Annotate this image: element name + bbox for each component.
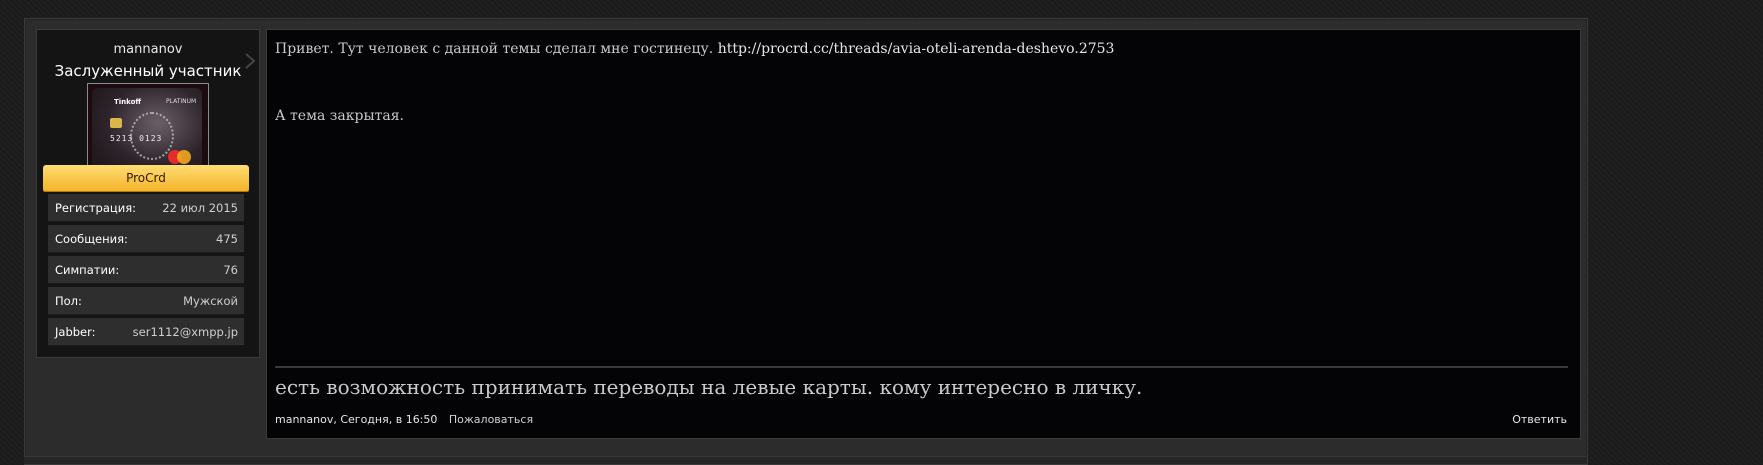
stat-label: Jabber: — [55, 325, 96, 339]
card-brand: Tinkoff — [114, 98, 142, 106]
username[interactable]: mannanov — [37, 42, 259, 57]
report-link[interactable]: Пожаловаться — [449, 413, 533, 426]
stat-row-registration: Регистрация: 22 июл 2015 — [48, 194, 244, 222]
mastercard-logo-orange — [177, 150, 191, 164]
author-and-time[interactable]: mannanov, Сегодня, в 16:50 — [275, 413, 437, 426]
thread-link[interactable]: http://procrd.cc/threads/avia-oteli-aren… — [718, 41, 1115, 57]
stat-label: Пол: — [55, 294, 82, 308]
stat-row-messages: Сообщения: 475 — [48, 225, 244, 253]
chevron-right-icon — [245, 53, 256, 69]
signature-text: есть возможность принимать переводы на л… — [275, 375, 1143, 399]
stat-value: 76 — [223, 263, 238, 277]
user-group-ribbon: ProCrd — [43, 165, 249, 191]
stat-label: Регистрация: — [55, 201, 136, 215]
stat-row-gender: Пол: Мужской — [48, 287, 244, 315]
user-title: Заслуженный участник — [54, 62, 242, 80]
stat-value[interactable]: 475 — [216, 232, 238, 246]
card-number: 5213 0123 — [110, 134, 163, 143]
stat-value: ser1112@xmpp.jp — [132, 325, 238, 339]
card-chip — [110, 118, 122, 128]
message-text-line2: А тема закрытая. — [275, 108, 404, 124]
stat-value: Мужской — [183, 294, 238, 308]
stat-row-jabber: Jabber: ser1112@xmpp.jp — [48, 318, 244, 346]
stat-label: Симпатии: — [55, 263, 120, 277]
message-text-line1: Привет. Тут человек с данной темы сделал… — [275, 41, 1114, 57]
stat-value: 22 июл 2015 — [162, 201, 238, 215]
stat-label: Сообщения: — [55, 232, 128, 246]
reply-link[interactable]: Ответить — [1512, 413, 1567, 426]
signature-divider — [275, 366, 1568, 368]
bank-card-image: Tinkoff PLATINUM 5213 0123 — [92, 88, 202, 176]
post-meta: mannanov, Сегодня, в 16:50 Пожаловаться — [275, 413, 533, 426]
message-text: Привет. Тут человек с данной темы сделал… — [275, 41, 714, 57]
stat-row-likes: Симпатии: 76 — [48, 256, 244, 284]
card-tier: PLATINUM — [166, 98, 197, 105]
